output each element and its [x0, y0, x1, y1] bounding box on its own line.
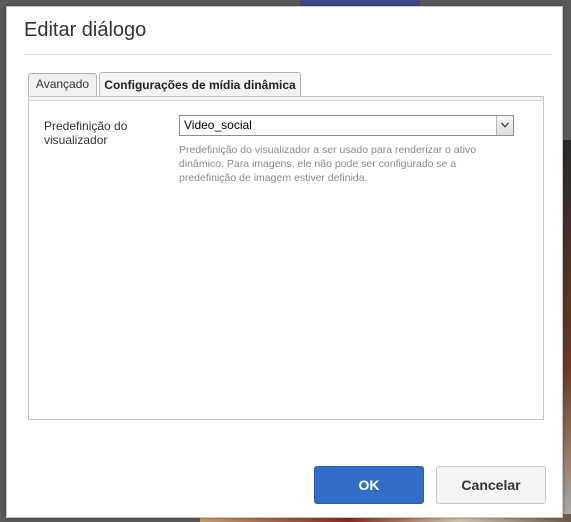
ok-button[interactable]: OK [314, 466, 424, 504]
tab-dynamic-media-settings[interactable]: Configurações de mídia dinâmica [99, 72, 301, 97]
tab-panel: Predefinição do visualizador Video_socia… [28, 96, 544, 420]
title-divider [24, 54, 552, 55]
viewer-preset-value: Video_social [184, 118, 252, 132]
chevron-down-icon [501, 122, 509, 128]
dialog-title: Editar diálogo [24, 19, 147, 41]
background-page-edge [562, 140, 571, 522]
edit-dialog: Editar diálogo Avançado Configurações de… [6, 6, 563, 518]
viewer-preset-help: Predefinição do visualizador a ser usado… [179, 144, 477, 184]
tab-advanced[interactable]: Avançado [28, 73, 97, 96]
viewer-preset-label: Predefinição do visualizador [44, 119, 128, 147]
dropdown-button[interactable] [496, 116, 513, 135]
panel-top-bar [29, 97, 543, 101]
viewer-preset-select[interactable]: Video_social [179, 115, 514, 136]
cancel-button[interactable]: Cancelar [436, 466, 546, 504]
